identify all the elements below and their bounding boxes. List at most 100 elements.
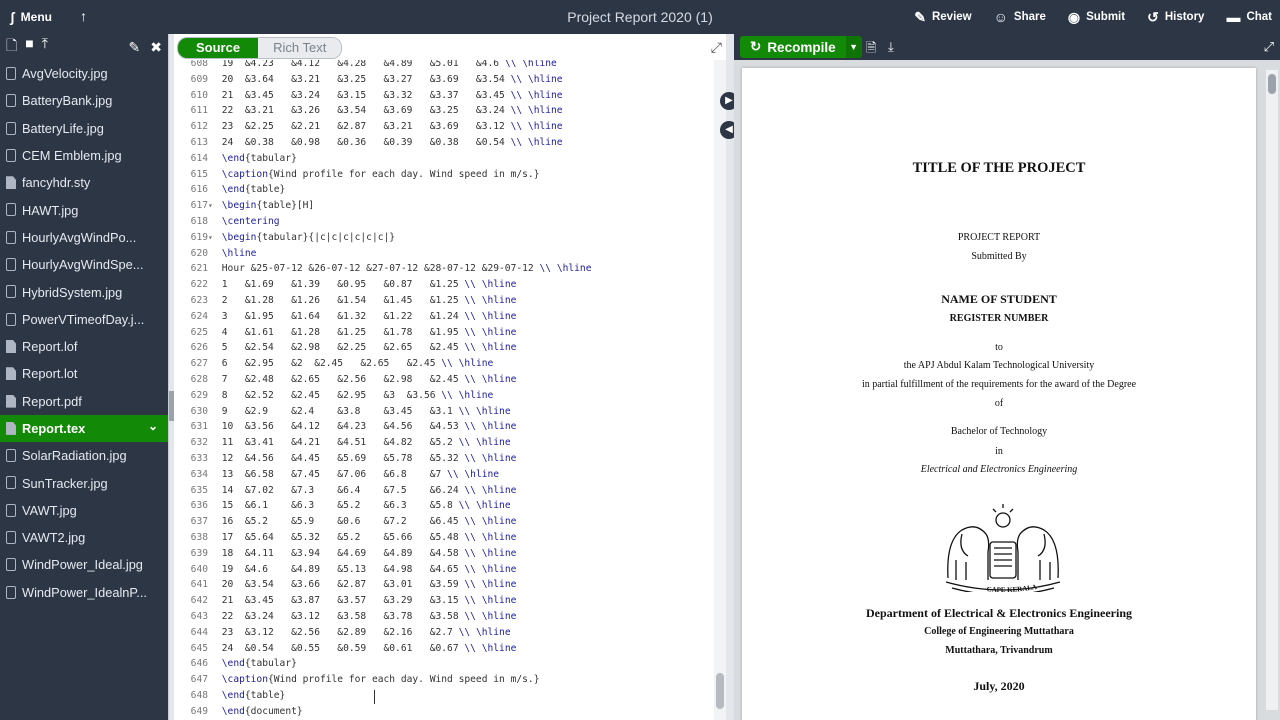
pdf-viewer[interactable]: TITLE OF THE PROJECT PROJECT REPORT Subm… (734, 60, 1280, 720)
recompile-button[interactable]: ↻ Recompile ▼ (740, 36, 862, 58)
menu-label: Menu (20, 10, 53, 24)
code-line[interactable]: 622 1 &1.69 &1.39 &0.95 &0.87 &1.25 \\ \… (174, 277, 517, 293)
expand-editor-icon[interactable]: ⤢ (711, 39, 722, 56)
code-line[interactable]: 612 23 &2.25 &2.21 &2.87 &3.21 &3.69 &3.… (174, 119, 563, 135)
source-mode-button[interactable]: Source (178, 38, 259, 58)
new-file-icon[interactable]: 🗋 (6, 35, 17, 59)
review-button[interactable]: ✎ Review (914, 10, 971, 24)
file-item[interactable]: WindPower_Ideal.jpg (0, 551, 168, 578)
code-line[interactable]: 610 21 &3.45 &3.24 &3.15 &3.32 &3.37 &3.… (174, 88, 563, 104)
code-line[interactable]: 633 12 &4.56 &4.45 &5.69 &5.78 &5.32 \\ … (174, 451, 517, 467)
delete-icon[interactable]: ✖ (150, 39, 162, 56)
file-item[interactable]: AvgVelocity.jpg (0, 60, 168, 87)
code-line[interactable]: 628 7 &2.48 &2.65 &2.56 &2.98 &2.45 \\ \… (174, 372, 517, 388)
expand-pdf-icon[interactable]: ⤢ (1264, 39, 1274, 55)
pdf-scrollbar[interactable] (1266, 70, 1278, 710)
code-editor[interactable]: 608 19 &4.23 &4.12 &4.28 &4.89 &5.01 &4.… (174, 60, 714, 720)
code-line[interactable]: 644 23 &3.12 &2.56 &2.89 &2.16 &2.7 \\ \… (174, 625, 511, 641)
file-item[interactable]: Report.pdf (0, 388, 168, 415)
editor-scroll-thumb[interactable] (716, 673, 724, 709)
line-text: 12 &4.56 &4.45 &5.69 &5.78 &5.32 \\ \hli… (221, 453, 517, 464)
code-line[interactable]: 627 6 &2.95 &2 &2.45 &2.65 &2.45 \\ \hli… (174, 356, 494, 372)
code-line[interactable]: 618 \centering (174, 214, 280, 230)
chat-button[interactable]: ▬ Chat (1226, 10, 1272, 24)
code-line[interactable]: 611 22 &3.21 &3.26 &3.54 &3.69 &3.25 &3.… (174, 103, 563, 119)
code-line[interactable]: 616 \end{table} (174, 182, 286, 198)
file-item[interactable]: SolarRadiation.jpg (0, 442, 168, 469)
code-line[interactable]: 638 17 &5.64 &5.32 &5.2 &5.66 &5.48 \\ \… (174, 530, 517, 546)
code-line[interactable]: 631 10 &3.56 &4.12 &4.23 &4.56 &4.53 \\ … (174, 419, 517, 435)
file-item[interactable]: PowerVTimeofDay.j... (0, 306, 168, 333)
code-line[interactable]: 621 Hour &25-07-12 &26-07-12 &27-07-12 &… (174, 261, 592, 277)
file-item[interactable]: Report.lof (0, 333, 168, 360)
file-item[interactable]: VAWT.jpg (0, 497, 168, 524)
file-item[interactable]: BatteryBank.jpg (0, 87, 168, 114)
pdf-scroll-thumb[interactable] (1268, 74, 1276, 94)
editor-scrollbar[interactable] (714, 60, 726, 720)
recompile-dropdown-icon[interactable]: ▼ (845, 36, 862, 58)
file-item[interactable]: HybridSystem.jpg (0, 278, 168, 305)
file-name: SunTracker.jpg (22, 475, 108, 491)
code-line[interactable]: 646 \end{tabular} (174, 656, 297, 672)
code-line[interactable]: 639 18 &4.11 &3.94 &4.69 &4.89 &4.58 \\ … (174, 546, 517, 562)
code-line[interactable]: 620 \hline (174, 246, 257, 262)
pane-splitter[interactable]: ▶ ◀ (720, 34, 738, 720)
file-item[interactable]: WindPower_IdealnP... (0, 579, 168, 606)
fold-icon[interactable]: ▾ (208, 230, 216, 246)
code-line[interactable]: 632 11 &3.41 &4.21 &4.51 &4.82 &5.2 \\ \… (174, 435, 511, 451)
code-line[interactable]: 640 19 &4.6 &4.89 &5.13 &4.98 &4.65 \\ \… (174, 562, 517, 578)
submit-button[interactable]: ◉ Submit (1068, 10, 1125, 24)
code-line[interactable]: 641 20 &3.54 &3.66 &2.87 &3.01 &3.59 \\ … (174, 577, 517, 593)
line-text: 23 &3.12 &2.56 &2.89 &2.16 &2.7 \\ \hlin… (221, 626, 511, 638)
code-line[interactable]: 637 16 &5.2 &5.9 &0.6 &7.2 &6.45 \\ \hli… (174, 514, 517, 530)
upload-icon[interactable]: ⤒ (42, 35, 48, 59)
fold-icon[interactable]: ▾ (208, 198, 216, 214)
code-line[interactable]: 629 8 &2.52 &2.45 &2.95 &3 &3.56 \\ \hli… (174, 388, 494, 404)
file-item[interactable]: CEM Emblem.jpg (0, 142, 168, 169)
up-arrow-icon[interactable]: ↑ (80, 8, 92, 26)
code-line[interactable]: 634 13 &6.58 &7.45 &7.06 &6.8 &7 \\ \hli… (174, 467, 499, 483)
chevron-down-icon[interactable]: ⌄ (148, 419, 158, 433)
file-name: WindPower_Ideal.jpg (22, 557, 143, 573)
code-line[interactable]: 609 20 &3.64 &3.21 &3.25 &3.27 &3.69 &3.… (174, 72, 563, 88)
code-line[interactable]: 626 5 &2.54 &2.98 &2.25 &2.65 &2.45 \\ \… (174, 340, 517, 356)
file-item[interactable]: SunTracker.jpg (0, 469, 168, 496)
code-line[interactable]: 630 9 &2.9 &2.4 &3.8 &3.45 &3.1 \\ \hlin… (174, 404, 511, 420)
code-line[interactable]: 619▾ \begin{tabular}{|c|c|c|c|c|c|} (174, 230, 395, 246)
rename-icon[interactable]: ✎ (129, 39, 141, 56)
file-item[interactable]: BatteryLife.jpg (0, 115, 168, 142)
file-item[interactable]: Report.lot (0, 360, 168, 387)
code-line[interactable]: 614 \end{tabular} (174, 151, 297, 167)
code-line[interactable]: 648 \end{table} (174, 688, 286, 704)
menu-button[interactable]: ʃ Menu (10, 0, 52, 34)
file-item[interactable]: fancyhdr.sty (0, 169, 168, 196)
code-line[interactable]: 649 \end{document} (174, 704, 303, 720)
code-line[interactable]: 635 14 &7.02 &7.3 &6.4 &7.5 &6.24 \\ \hl… (174, 483, 517, 499)
code-line[interactable]: 613 24 &0.38 &0.98 &0.36 &0.39 &0.38 &0.… (174, 135, 563, 151)
logs-icon[interactable]: 🗎 (866, 39, 876, 61)
code-line[interactable]: 625 4 &1.61 &1.28 &1.25 &1.78 &1.95 \\ \… (174, 325, 517, 341)
file-item[interactable]: HourlyAvgWindPo... (0, 224, 168, 251)
code-line[interactable]: 636 15 &6.1 &6.3 &5.2 &6.3 &5.8 \\ \hlin… (174, 498, 511, 514)
file-item[interactable]: HourlyAvgWindSpe... (0, 251, 168, 278)
code-line[interactable]: 617▾ \begin{table}[H] (174, 198, 315, 214)
code-line[interactable]: 642 21 &3.45 &3.87 &3.57 &3.29 &3.15 \\ … (174, 593, 517, 609)
line-text: 11 &3.41 &4.21 &4.51 &4.82 &5.2 \\ \hlin… (221, 437, 511, 449)
history-button[interactable]: ↺ History (1147, 10, 1204, 24)
line-number: 609 (190, 73, 208, 85)
share-button[interactable]: ☺ Share (994, 10, 1046, 24)
file-item[interactable]: VAWT2.jpg (0, 524, 168, 551)
editor-mode-toggle[interactable]: Source Rich Text (177, 37, 343, 59)
code-line[interactable]: 645 24 &0.54 &0.55 &0.59 &0.61 &0.67 \\ … (174, 641, 517, 657)
code-line[interactable]: 608 19 &4.23 &4.12 &4.28 &4.89 &5.01 &4.… (174, 60, 557, 72)
code-line[interactable]: 647 \caption{Wind profile for each day. … (174, 672, 540, 688)
download-pdf-icon[interactable]: ⤓ (888, 39, 894, 55)
code-line[interactable]: 643 22 &3.24 &3.12 &3.58 &3.78 &3.58 \\ … (174, 609, 517, 625)
code-line[interactable]: 624 3 &1.95 &1.64 &1.32 &1.22 &1.24 \\ \… (174, 309, 517, 325)
rich-text-mode-button[interactable]: Rich Text (258, 38, 342, 58)
code-line[interactable]: 623 2 &1.28 &1.26 &1.54 &1.45 &1.25 \\ \… (174, 293, 517, 309)
file-item[interactable]: HAWT.jpg (0, 196, 168, 223)
new-folder-icon[interactable]: ■ (25, 35, 33, 59)
code-line[interactable]: 615 \caption{Wind profile for each day. … (174, 167, 540, 183)
file-item[interactable]: Report.tex ⌄ (0, 414, 168, 443)
